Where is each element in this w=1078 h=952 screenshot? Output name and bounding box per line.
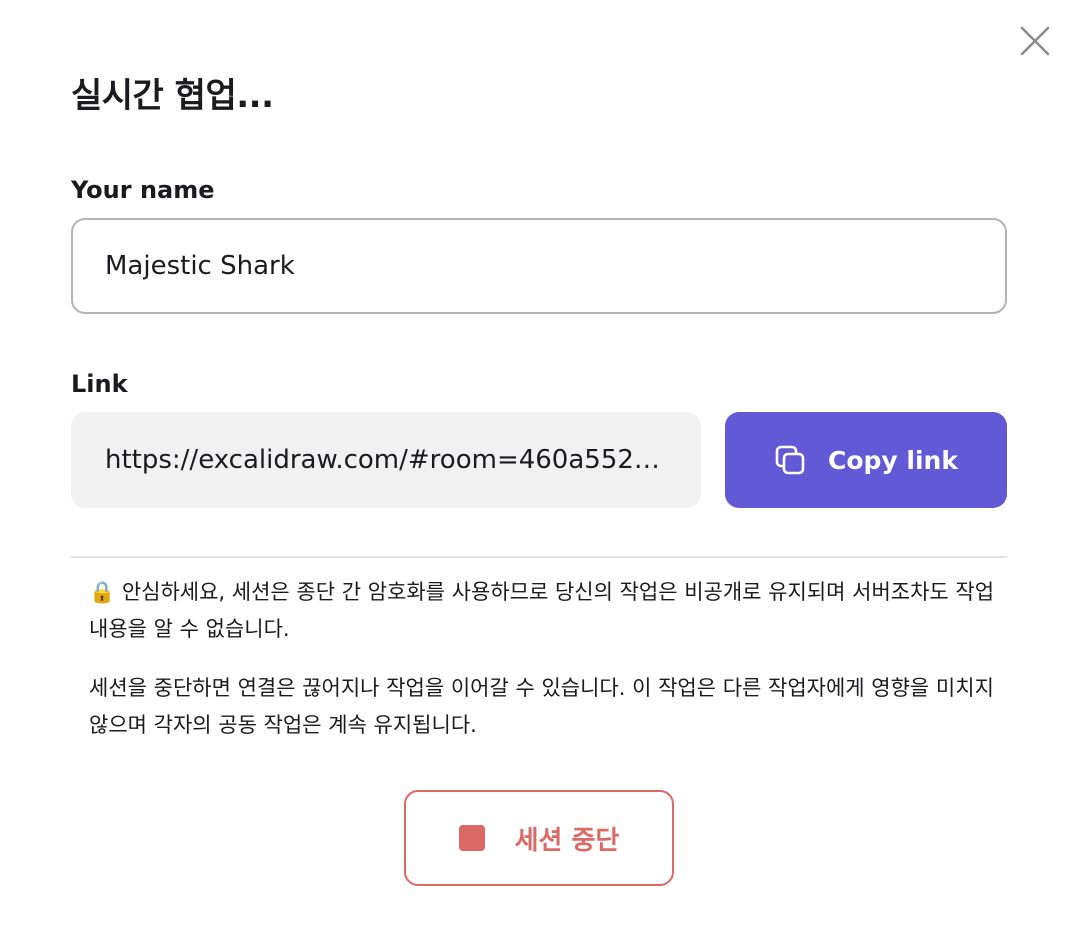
divider: [71, 556, 1007, 558]
copy-link-button[interactable]: Copy link: [725, 412, 1007, 508]
link-value: https://excalidraw.com/#room=460a552…: [105, 445, 660, 475]
link-field[interactable]: https://excalidraw.com/#room=460a552…: [71, 412, 701, 508]
link-field-label: Link: [71, 370, 128, 398]
stop-session-label: 세션 중단: [514, 825, 620, 856]
stop-session-note: 세션을 중단하면 연결은 끊어지나 작업을 이어갈 수 있습니다. 이 작업은 …: [89, 676, 994, 737]
copy-icon: [774, 444, 806, 476]
copy-link-label: Copy link: [828, 445, 958, 475]
collaboration-dialog: 실시간 협업... Your name Link https://excalid…: [0, 0, 1078, 952]
stop-icon: [458, 825, 485, 851]
stop-session-button[interactable]: 세션 중단: [404, 790, 674, 886]
privacy-note: 🔒 안심하세요, 세션은 종단 간 암호화를 사용하므로 당신의 작업은 비공개…: [89, 580, 995, 641]
close-button[interactable]: [1017, 23, 1053, 59]
name-field-label: Your name: [71, 176, 215, 204]
dialog-title: 실시간 협업...: [71, 76, 274, 116]
close-icon: [1017, 23, 1053, 59]
name-input[interactable]: [71, 218, 1007, 314]
